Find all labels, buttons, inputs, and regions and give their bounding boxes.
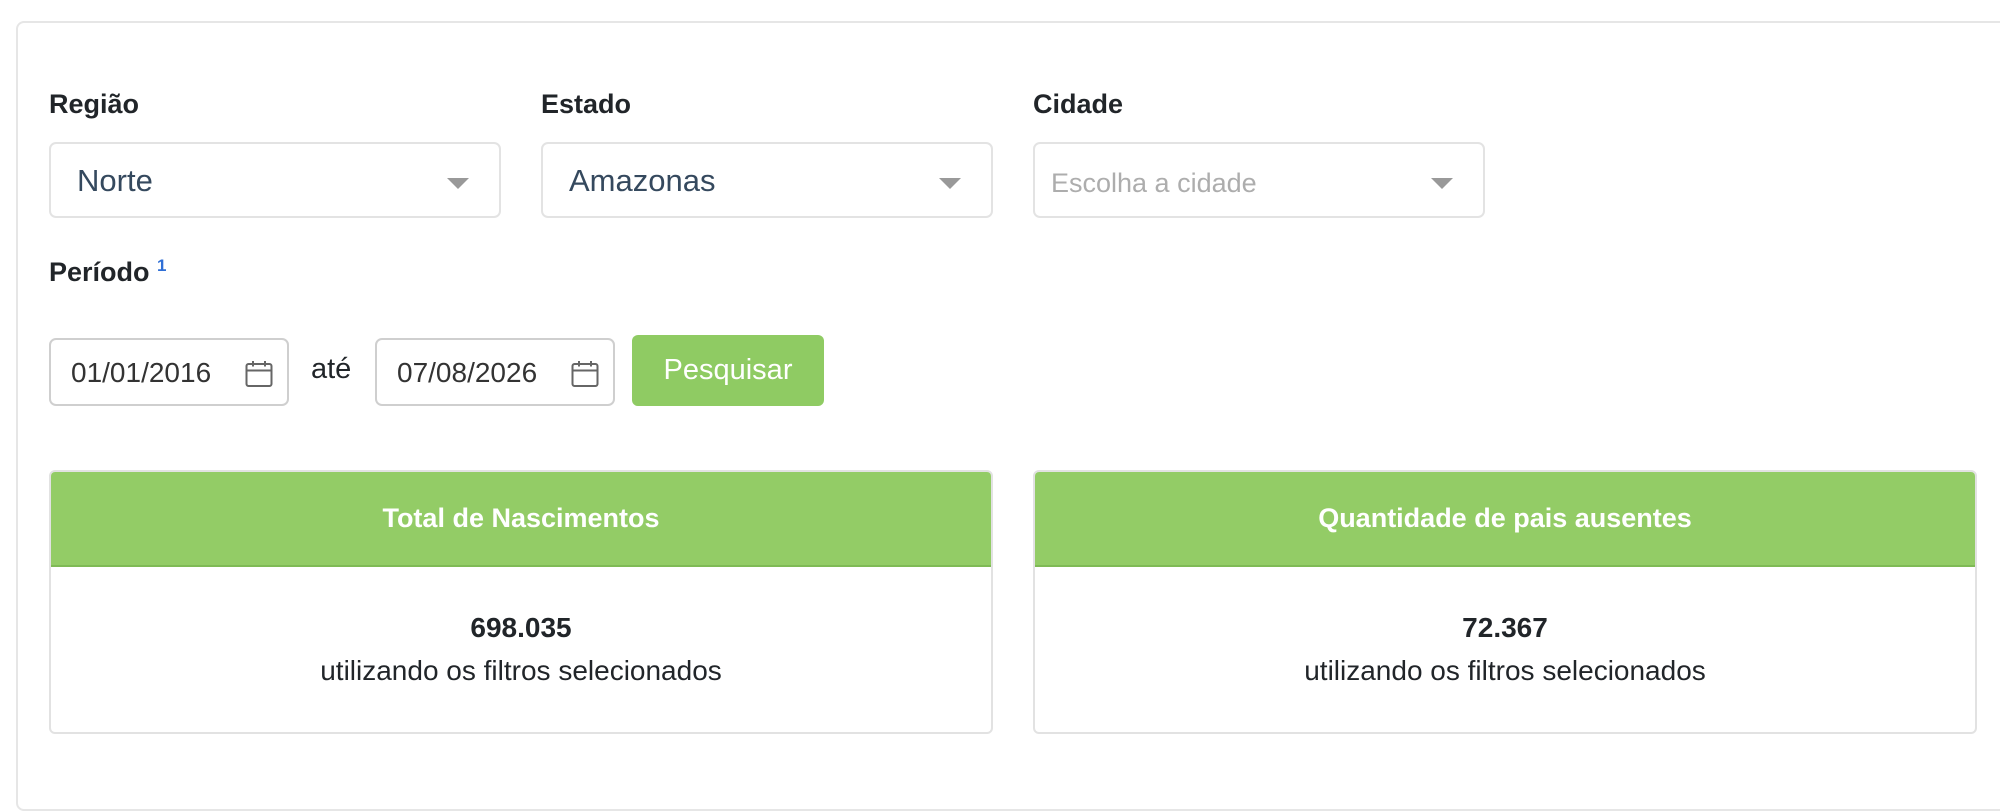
regiao-label: Região [49,89,140,119]
stat-card-value: 698.035 [470,612,572,643]
start-date-value: 01/01/2016 [71,357,212,388]
end-date-value: 07/08/2026 [397,357,538,388]
regiao-selected-value: Norte [77,163,153,198]
calendar-icon[interactable] [245,360,273,388]
stat-card-caption: utilizando os filtros selecionados [320,654,722,686]
estado-select[interactable]: Amazonas [541,142,993,218]
estado-selected-value: Amazonas [569,163,716,198]
stat-card-title: Quantidade de pais ausentes [1035,472,1975,567]
pais-ausentes-card: Quantidade de pais ausentes 72.367 utili… [1033,470,1977,734]
end-date-input[interactable]: 07/08/2026 [375,338,615,406]
cidade-placeholder: Escolha a cidade [1051,168,1257,198]
stat-card-value: 72.367 [1462,612,1548,643]
stat-card-title: Total de Nascimentos [51,472,991,567]
total-nascimentos-card: Total de Nascimentos 698.035 utilizando … [49,470,993,734]
chevron-down-icon [447,178,469,189]
estado-label: Estado [541,89,632,119]
periodo-footnote[interactable]: 1 [157,256,166,276]
calendar-icon[interactable] [571,360,599,388]
cidade-label: Cidade [1033,89,1124,119]
chevron-down-icon [939,178,961,189]
search-button[interactable]: Pesquisar [632,335,824,406]
stat-card-caption: utilizando os filtros selecionados [1304,654,1706,686]
periodo-label: Período [49,257,150,287]
start-date-input[interactable]: 01/01/2016 [49,338,289,406]
chevron-down-icon [1431,178,1453,189]
regiao-select[interactable]: Norte [49,142,501,218]
date-range-separator: até [311,353,352,385]
cidade-select[interactable]: Escolha a cidade [1033,142,1485,218]
